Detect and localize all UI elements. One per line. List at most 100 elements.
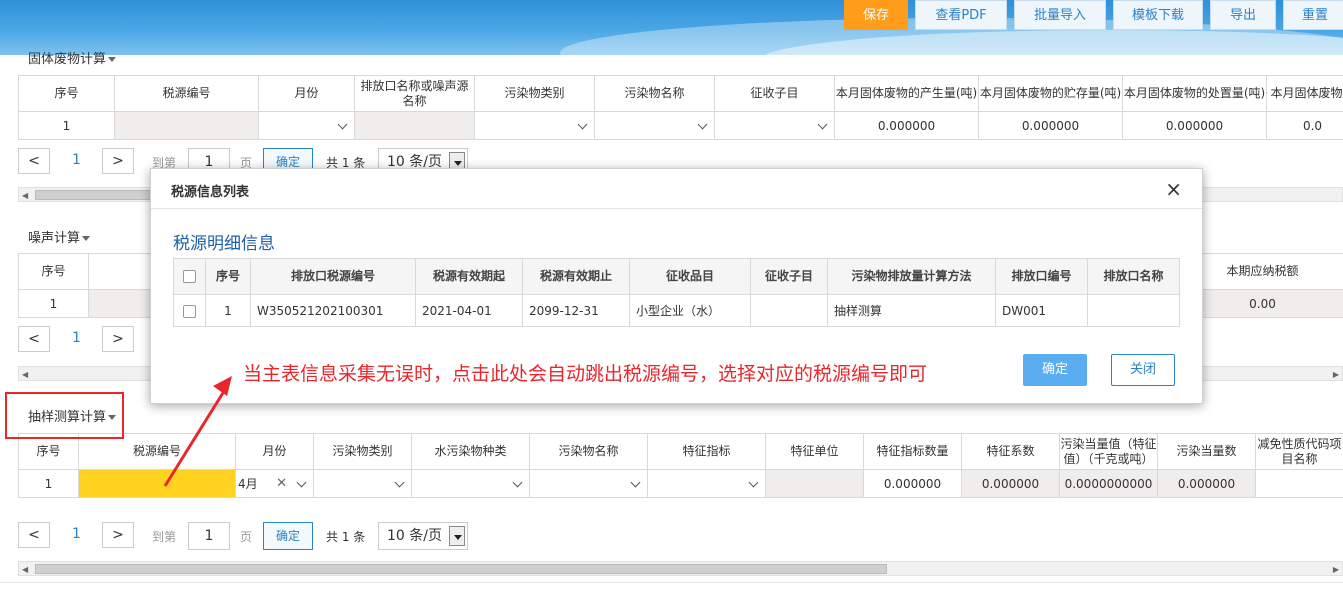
equivalent-count-field: 0.000000 (1157, 469, 1256, 498)
section-title-noise[interactable]: 噪声计算 (28, 227, 91, 246)
table-header-row: 序号 排放口税源编号 税源有效期起 税源有效期止 征收品目 征收子目 污染物排放… (173, 258, 1180, 295)
tax-payable-value: 0.00 (1181, 289, 1343, 318)
scroll-left-icon[interactable]: ◀ (22, 370, 28, 379)
relief-code-field[interactable] (1255, 469, 1343, 498)
scroll-left-icon[interactable]: ◀ (22, 191, 28, 200)
column-header: 本月固体废物的处置量(吨) (1122, 75, 1267, 112)
outlet-name-field[interactable] (354, 111, 475, 140)
indicator-quantity-field[interactable]: 0.000000 (863, 469, 962, 498)
page-size-value: 10 条/页 (387, 528, 442, 544)
column-header: 排放口税源编号 (250, 258, 416, 295)
tax-source-code: W350521202100301 (250, 294, 416, 327)
prev-page-button[interactable]: < (18, 326, 50, 352)
next-page-button[interactable]: > (102, 522, 134, 548)
row-index: 1 (18, 469, 79, 498)
section-title-text: 固体废物计算 (28, 52, 107, 67)
page-label: 页 (240, 530, 253, 544)
column-header: 序号 (18, 253, 89, 290)
disposal-field[interactable]: 0.000000 (1122, 111, 1267, 140)
column-header: 月份 (235, 433, 314, 470)
production-field[interactable]: 0.000000 (834, 111, 979, 140)
column-header: 排放口名称 (1087, 258, 1180, 295)
modal-subtitle: 税源明细信息 (173, 234, 275, 254)
tax-source-code-field[interactable] (78, 469, 236, 498)
pagination: < 1 > (18, 326, 168, 354)
levy-subitem (750, 294, 828, 327)
table-row: 1 0.000000 0.000000 0.000000 0.0 (18, 111, 1343, 140)
row-index: 1 (205, 294, 251, 327)
prev-page-button[interactable]: < (18, 148, 50, 174)
goto-confirm-button[interactable]: 确定 (263, 522, 313, 550)
chevron-down-icon (817, 119, 828, 130)
scroll-right-icon[interactable]: ▶ (1333, 565, 1339, 574)
feature-unit-field (765, 469, 864, 498)
select-all-checkbox[interactable] (183, 270, 196, 283)
column-header: 污染物类别 (313, 433, 412, 470)
tax-source-code-field[interactable] (114, 111, 259, 140)
column-header: 税源有效期止 (522, 258, 630, 295)
section-title-text: 噪声计算 (28, 231, 81, 246)
feature-indicator-select[interactable] (647, 469, 766, 498)
sub-item-select[interactable] (714, 111, 835, 140)
next-page-button[interactable]: > (102, 148, 134, 174)
column-header: 污染当量值（特征值）（千克或吨） (1059, 433, 1158, 470)
total-count: 共 1 条 (326, 530, 366, 544)
feature-coefficient-field: 0.000000 (961, 469, 1060, 498)
chevron-down-icon (697, 119, 708, 130)
save-button[interactable]: 保存 (844, 0, 908, 30)
scroll-right-icon[interactable]: ▶ (1333, 370, 1339, 379)
column-header: 序号 (18, 75, 115, 112)
column-header: 水污染物种类 (411, 433, 530, 470)
column-header: 特征单位 (765, 433, 864, 470)
section-title-solid-waste[interactable]: 固体废物计算 (28, 48, 117, 67)
column-header: 污染物名称 (529, 433, 648, 470)
column-header: 排放口编号 (995, 258, 1088, 295)
batch-import-button[interactable]: 批量导入 (1014, 0, 1106, 30)
pollutant-category-select[interactable] (474, 111, 595, 140)
page-number[interactable]: 1 (72, 152, 81, 168)
export-button[interactable]: 导出 (1210, 0, 1276, 30)
month-select[interactable]: 4月 ✕ (235, 469, 314, 498)
page-number[interactable]: 1 (72, 526, 81, 542)
row-checkbox[interactable] (183, 304, 196, 318)
chevron-down-icon (296, 477, 307, 488)
clear-icon[interactable]: ✕ (276, 476, 287, 491)
modal-header: 税源信息列表 × (151, 169, 1202, 209)
waste-amount-field[interactable]: 0.0 (1266, 111, 1343, 140)
modal-confirm-button[interactable]: 确定 (1023, 354, 1087, 386)
page-size-select[interactable]: 10 条/页 (378, 522, 468, 550)
close-icon[interactable]: × (1165, 177, 1182, 201)
water-pollutant-type-select[interactable] (411, 469, 530, 498)
column-header: 污染物名称 (594, 75, 715, 112)
row-index: 1 (18, 289, 89, 318)
select-all-cell[interactable] (173, 258, 206, 295)
modal-close-button[interactable]: 关闭 (1111, 354, 1175, 386)
horizontal-scrollbar[interactable]: ◀ ▶ (18, 561, 1343, 576)
page-number[interactable]: 1 (72, 330, 81, 346)
template-download-button[interactable]: 模板下载 (1113, 0, 1203, 30)
column-header: 本月固体废物的贮存量(吨) (978, 75, 1123, 112)
column-header: 本月固体废物量 (1266, 75, 1343, 112)
pagination: < 1 > 到第 1 页 确定 共 1 条 10 条/页 (18, 522, 478, 550)
table-row[interactable]: 1 W350521202100301 2021-04-01 2099-12-31… (173, 294, 1180, 327)
next-page-button[interactable]: > (102, 326, 134, 352)
reset-button[interactable]: 重置 (1283, 0, 1343, 30)
chevron-down-icon (394, 477, 405, 488)
pollutant-category-select[interactable] (313, 469, 412, 498)
pollutant-name-select[interactable] (594, 111, 715, 140)
calc-method: 抽样测算 (827, 294, 996, 327)
levy-item: 小型企业（水） (629, 294, 751, 327)
month-select[interactable] (258, 111, 355, 140)
view-pdf-button[interactable]: 查看PDF (915, 0, 1007, 30)
pollutant-name-select[interactable] (529, 469, 648, 498)
divider (0, 582, 1343, 583)
scrollbar-thumb[interactable] (35, 564, 887, 574)
column-header: 征收品目 (629, 258, 751, 295)
prev-page-button[interactable]: < (18, 522, 50, 548)
page-input[interactable]: 1 (188, 522, 230, 550)
table-header-row: 序号 税源编号 月份 污染物类别 水污染物种类 污染物名称 特征指标 特征单位 … (18, 433, 1343, 470)
row-select-cell[interactable] (173, 294, 206, 327)
chevron-down-icon (337, 119, 348, 130)
scroll-left-icon[interactable]: ◀ (22, 565, 28, 574)
storage-field[interactable]: 0.000000 (978, 111, 1123, 140)
